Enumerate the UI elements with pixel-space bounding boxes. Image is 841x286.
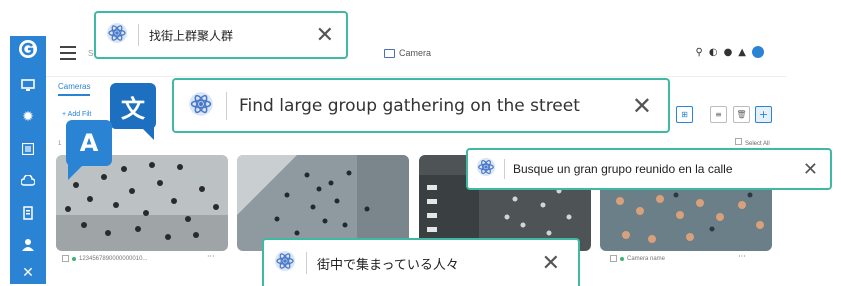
query-card-spanish[interactable]: Busque un gran grupo reunido en la calle… bbox=[466, 148, 832, 190]
avatar[interactable] bbox=[752, 46, 764, 58]
tab-cameras[interactable]: Cameras bbox=[58, 82, 91, 96]
grid-icon[interactable] bbox=[17, 138, 39, 160]
camera-caption: Camera name bbox=[610, 255, 665, 262]
help-icon[interactable]: ● bbox=[724, 47, 733, 58]
result-count: 1 bbox=[58, 141, 62, 147]
camera-select-checkbox[interactable] bbox=[610, 255, 617, 262]
add-camera-button[interactable]: + bbox=[755, 106, 772, 123]
close-icon[interactable]: ✕ bbox=[542, 251, 560, 276]
bubble-tail bbox=[68, 164, 84, 180]
camera-caption: 1234567890000000010... bbox=[62, 255, 147, 262]
header-actions: ⚲ ◐ ● ▲ bbox=[696, 46, 764, 58]
close-icon[interactable]: ✕ bbox=[803, 159, 818, 180]
query-text: Find large group gathering on the street bbox=[239, 95, 580, 116]
select-all-checkbox[interactable]: Select All bbox=[735, 138, 770, 147]
left-sidebar: ✹ ✕ bbox=[10, 36, 46, 284]
hamburger-menu-icon[interactable] bbox=[60, 46, 76, 60]
ai-atom-icon bbox=[188, 91, 214, 121]
more-options-icon[interactable]: ··· bbox=[738, 252, 746, 261]
camera-monitor-icon bbox=[384, 49, 395, 59]
ai-atom-icon bbox=[274, 250, 296, 276]
translate-target-bubble: 文 bbox=[110, 83, 156, 129]
query-text: 街中で集まっている人々 bbox=[317, 257, 459, 273]
page-title: Camera bbox=[384, 48, 432, 59]
notification-icon[interactable]: ▲ bbox=[738, 47, 746, 58]
tools-icon[interactable]: ✕ bbox=[17, 262, 39, 284]
more-options-icon[interactable]: ··· bbox=[207, 252, 215, 261]
online-status-dot bbox=[72, 256, 76, 261]
query-text: 找街上群聚人群 bbox=[149, 28, 234, 43]
list-view-button[interactable]: ≡ bbox=[710, 106, 727, 123]
search-icon[interactable]: ⚲ bbox=[696, 47, 703, 58]
page-title-text: Camera bbox=[399, 48, 432, 58]
online-status-dot bbox=[620, 256, 624, 261]
theme-toggle-icon[interactable]: ◐ bbox=[709, 47, 718, 58]
camera-select-checkbox[interactable] bbox=[62, 255, 69, 262]
delete-button[interactable]: 🗑 bbox=[733, 106, 750, 123]
close-icon[interactable]: ✕ bbox=[632, 92, 652, 120]
divider bbox=[504, 159, 505, 179]
divider bbox=[226, 91, 227, 120]
ai-atom-icon bbox=[476, 157, 496, 181]
users-icon[interactable] bbox=[17, 234, 39, 256]
source-language-letter: A bbox=[79, 129, 99, 157]
select-all-label: Select All bbox=[745, 141, 770, 147]
close-icon[interactable]: ✕ bbox=[316, 23, 334, 48]
query-card-chinese[interactable]: 找街上群聚人群 ✕ bbox=[94, 11, 348, 59]
camera-name: Camera name bbox=[627, 255, 666, 262]
app-logo-icon[interactable] bbox=[17, 38, 39, 60]
building-icon[interactable] bbox=[17, 202, 39, 224]
divider bbox=[306, 252, 307, 274]
add-filter-link[interactable]: + Add Filt bbox=[62, 111, 91, 118]
query-text: Busque un gran grupo reunido en la calle bbox=[513, 162, 733, 176]
query-card-japanese[interactable]: 街中で集まっている人々 ✕ bbox=[262, 238, 580, 286]
target-language-glyph: 文 bbox=[121, 94, 145, 123]
translate-source-bubble: A bbox=[66, 120, 112, 166]
bubble-tail bbox=[140, 126, 154, 140]
query-card-english[interactable]: Find large group gathering on the street… bbox=[172, 78, 670, 133]
grid-view-button[interactable]: ⊞ bbox=[676, 106, 693, 123]
divider bbox=[138, 24, 139, 46]
cloud-icon[interactable] bbox=[17, 170, 39, 192]
gear-icon[interactable]: ✹ bbox=[17, 106, 39, 128]
ai-atom-icon bbox=[106, 22, 128, 48]
camera-name: 1234567890000000010... bbox=[79, 255, 148, 262]
camera-thumbnail[interactable] bbox=[237, 155, 409, 251]
monitor-icon[interactable] bbox=[17, 74, 39, 96]
